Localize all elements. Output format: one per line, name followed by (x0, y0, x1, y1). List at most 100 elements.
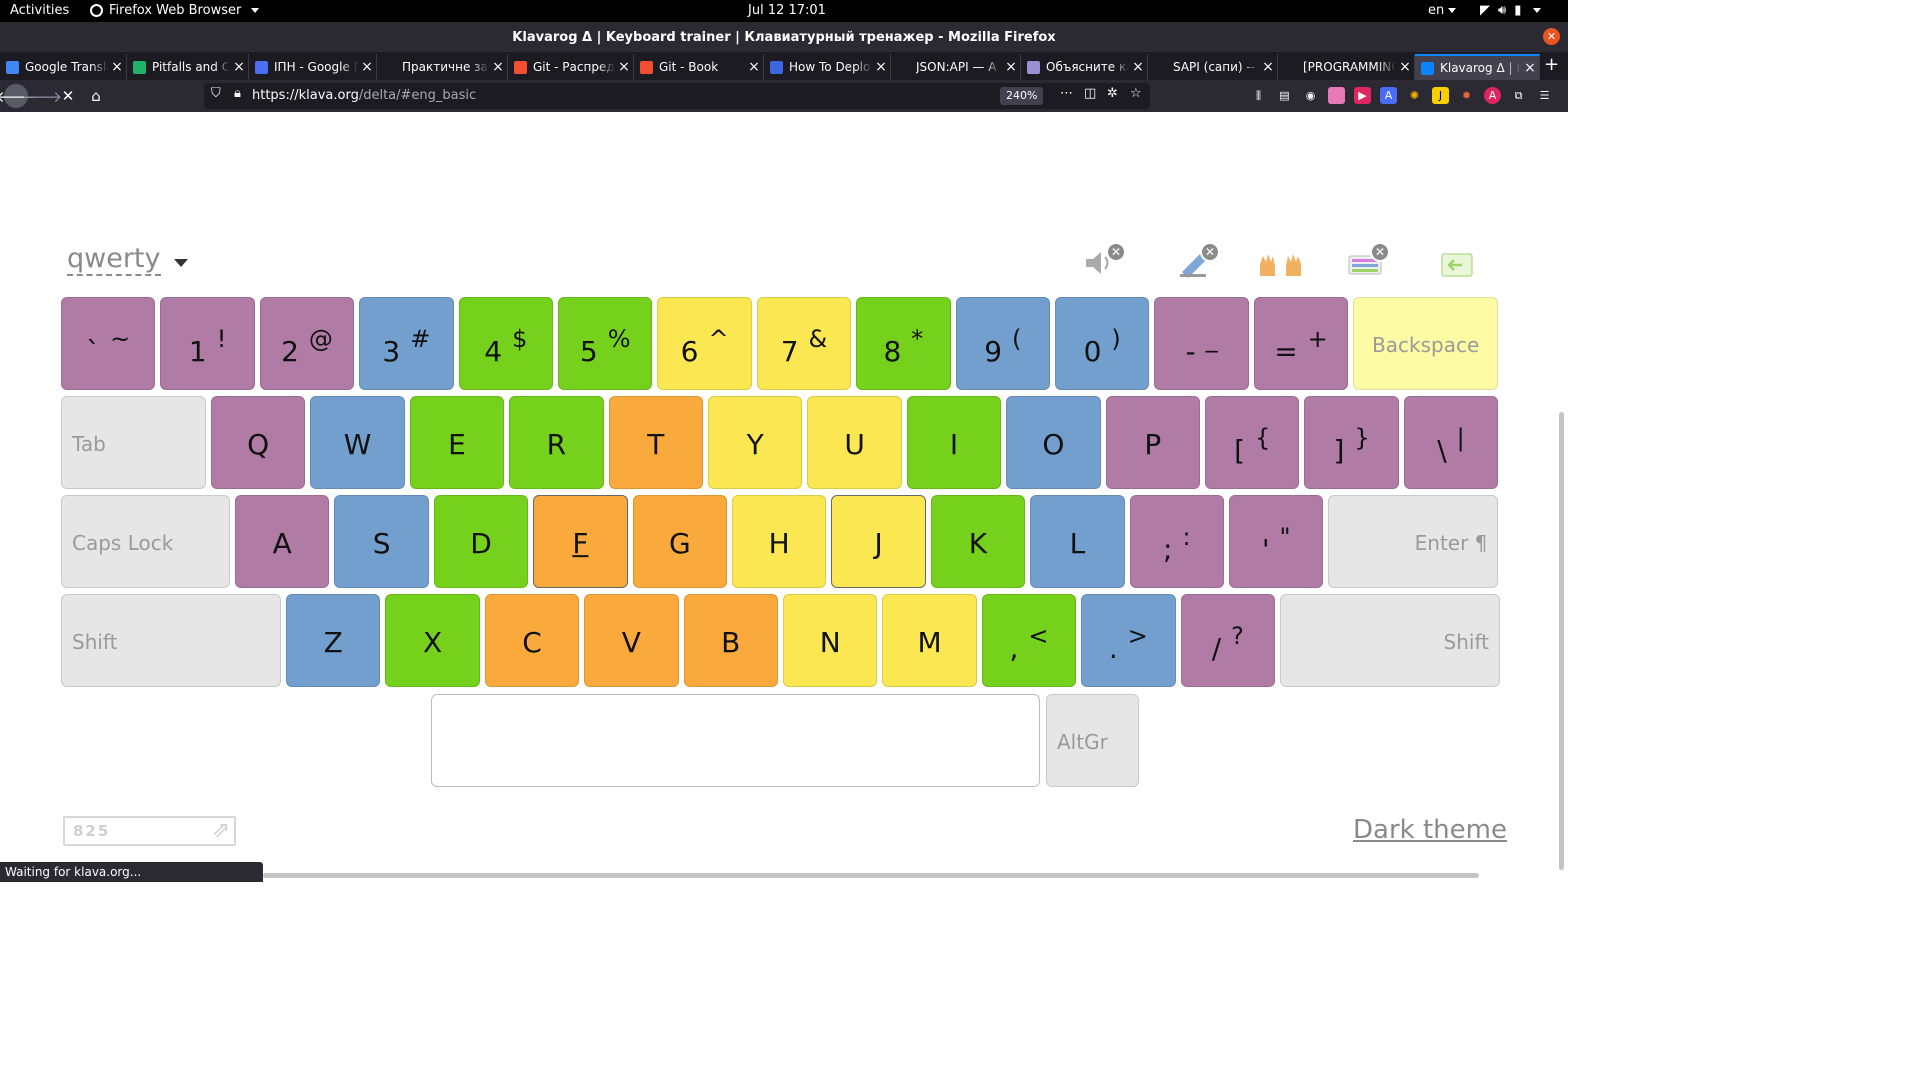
extension-icon[interactable]: ✲ (1107, 86, 1118, 101)
key-r[interactable]: R (509, 396, 604, 489)
js-extension-icon[interactable]: J (1432, 87, 1449, 104)
tab-close-icon[interactable]: × (872, 59, 890, 75)
sidebar-icon[interactable]: ▤ (1276, 87, 1293, 104)
key-h[interactable]: H (732, 495, 827, 588)
key-s[interactable]: S (334, 495, 429, 588)
stop-button[interactable]: ✕ (56, 84, 80, 108)
key-i[interactable]: I (906, 396, 1002, 489)
hands-toggle[interactable] (1256, 248, 1314, 282)
tab-1[interactable]: Google Translate× (0, 54, 127, 80)
key-t[interactable]: T (608, 396, 703, 489)
key-0-11[interactable]: - _ (1154, 297, 1249, 390)
counter-widget[interactable]: 825 ⇗ (63, 816, 236, 846)
key-y[interactable]: Y (708, 396, 803, 489)
key-q[interactable]: Q (211, 396, 306, 489)
key-0-9[interactable]: 9( (955, 297, 1050, 390)
key-2-10[interactable]: ;: (1129, 495, 1224, 588)
clock[interactable]: Jul 12 17:01 (748, 3, 826, 18)
window-close-button[interactable]: ✕ (1543, 28, 1560, 45)
key-k[interactable]: K (930, 495, 1026, 588)
exit-button[interactable] (1440, 248, 1480, 282)
tab-8[interactable]: JSON:API — A × (891, 54, 1021, 80)
sound-toggle[interactable]: ✕ (1084, 242, 1126, 282)
key-x[interactable]: X (385, 594, 480, 687)
lock-icon[interactable]: 🔒︎ (234, 86, 241, 101)
tracking-protection-icon[interactable]: ⛉ (211, 86, 221, 101)
extensions-puzzle-icon[interactable]: ⧉ (1510, 87, 1527, 104)
key-0-7[interactable]: 7 & (756, 297, 852, 390)
youtube-extension-icon[interactable]: ▶ (1354, 87, 1371, 104)
key-3-8[interactable]: , < (981, 594, 1077, 687)
key-0-3[interactable]: 3 # (359, 297, 454, 390)
key-f[interactable]: F (533, 495, 628, 588)
tab-5[interactable]: Git - Распределённый× (508, 54, 634, 80)
tab-7[interactable]: How To Deploy × (764, 54, 891, 80)
tab-close-icon[interactable]: × (108, 59, 126, 75)
tab-4[interactable]: Практичне завдання× (377, 54, 508, 80)
key-shift[interactable]: Shift (1280, 594, 1500, 687)
key-1-13[interactable]: \ | (1403, 396, 1499, 489)
key-e[interactable]: E (409, 396, 505, 489)
vertical-scrollbar[interactable] (1559, 412, 1564, 870)
tab-6[interactable]: Git - Book × (634, 54, 764, 80)
key-0-8[interactable]: 8 * (856, 297, 951, 390)
key-3-9[interactable]: . > (1081, 594, 1176, 687)
pen-toggle[interactable]: ✕ (1178, 242, 1220, 282)
key-1-12[interactable]: ]} (1304, 396, 1399, 489)
key-w[interactable]: W (310, 396, 405, 489)
pocket-icon[interactable]: ◫ (1084, 86, 1096, 101)
key-l[interactable]: L (1030, 495, 1125, 588)
tab-close-icon[interactable]: × (1002, 59, 1020, 75)
key-g[interactable]: G (632, 495, 727, 588)
bookmark-star-icon[interactable]: ☆ (1130, 86, 1142, 101)
key-space[interactable] (431, 694, 1040, 787)
key-z[interactable]: Z (286, 594, 381, 687)
key-j[interactable]: J (831, 495, 926, 588)
library-icon[interactable]: ⫼ (1250, 87, 1267, 104)
key-0-10[interactable]: 0) (1055, 297, 1150, 390)
forward-button[interactable]: 🡒 (22, 84, 62, 108)
tab-close-icon[interactable]: × (615, 59, 633, 75)
key-caps-lock[interactable]: Caps Lock (61, 495, 230, 588)
key-v[interactable]: V (584, 594, 679, 687)
key-a[interactable]: A (235, 495, 330, 588)
tab-close-icon[interactable]: × (745, 59, 763, 75)
horizontal-scrollbar[interactable] (263, 873, 1479, 878)
system-status-area[interactable]: ◤ 🔊︎ ▮ (1480, 3, 1542, 18)
adblock-icon[interactable]: A (1484, 87, 1501, 104)
url-bar[interactable]: ⛉ 🔒︎ https://klava.org/delta/#eng_basic … (204, 83, 1150, 109)
key-0-1[interactable]: 1! (160, 297, 255, 390)
keyboard-toggle[interactable]: ✕ (1348, 242, 1390, 282)
key-3-10[interactable]: /? (1180, 594, 1275, 687)
tab-12[interactable]: Klavarog Δ | Keyboard× (1415, 54, 1540, 80)
tab-2[interactable]: Pitfalls and Common× (127, 54, 249, 80)
url-text[interactable]: https://klava.org/delta/#eng_basic (252, 88, 476, 103)
chevron-down-icon[interactable] (174, 259, 188, 267)
account-icon[interactable]: ◉ (1302, 87, 1319, 104)
tab-close-icon[interactable]: × (1521, 60, 1539, 76)
key-b[interactable]: B (683, 594, 778, 687)
key-d[interactable]: D (433, 495, 529, 588)
translate-extension-icon[interactable]: A (1380, 87, 1397, 104)
key-0-12[interactable]: = + (1253, 297, 1349, 390)
key-p[interactable]: P (1105, 396, 1200, 489)
language-indicator[interactable]: en (1428, 3, 1457, 18)
key-0-2[interactable]: 2 @ (259, 297, 355, 390)
key-0-4[interactable]: 4 $ (458, 297, 553, 390)
tab-close-icon[interactable]: × (358, 59, 376, 75)
page-actions-icon[interactable]: ⋯ (1060, 86, 1073, 101)
key-o[interactable]: O (1006, 396, 1101, 489)
tab-close-icon[interactable]: × (489, 59, 507, 75)
home-button[interactable]: ⌂ (84, 84, 108, 108)
key-backspace[interactable]: Backspace (1353, 297, 1499, 390)
tab-close-icon[interactable]: × (1396, 59, 1414, 75)
tab-9[interactable]: Объясните как× (1021, 54, 1148, 80)
tab-11[interactable]: [PROGRAMMING] × (1278, 54, 1415, 80)
key-enter-[interactable]: Enter ¶ (1328, 495, 1499, 588)
key-u[interactable]: U (807, 396, 902, 489)
tab-close-icon[interactable]: × (1259, 59, 1277, 75)
tab-close-icon[interactable]: × (1129, 59, 1147, 75)
extension-yellow-icon[interactable]: ✺ (1406, 87, 1423, 104)
cookie-extension-icon[interactable]: ✹ (1458, 87, 1475, 104)
key-2-11[interactable]: ' " (1229, 495, 1324, 588)
